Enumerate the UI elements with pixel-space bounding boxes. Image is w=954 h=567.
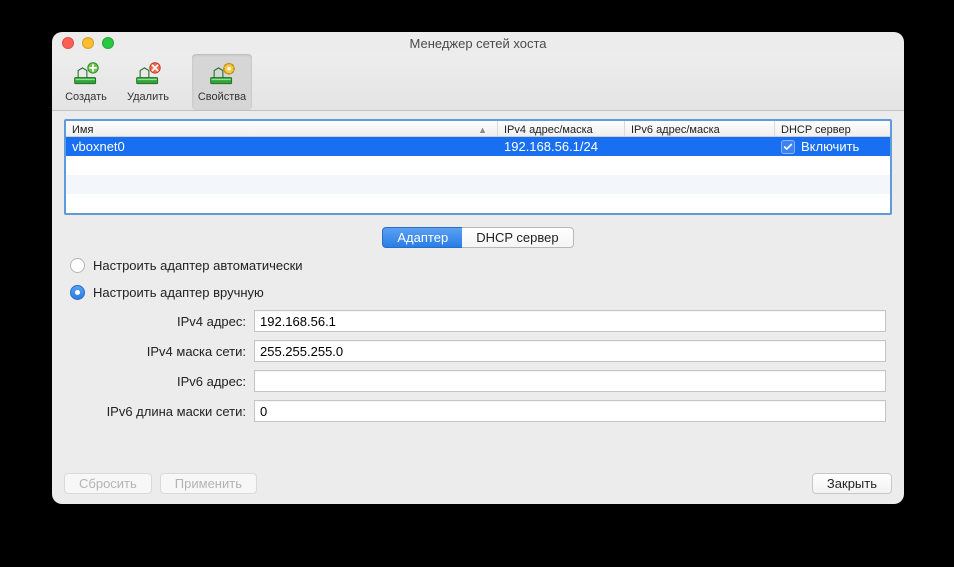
tab-adapter[interactable]: Адаптер	[382, 227, 463, 248]
label-ipv6-addr: IPv6 адрес:	[70, 374, 246, 389]
adapter-panel: Настроить адаптер автоматически Настроит…	[64, 256, 892, 426]
dhcp-label: Включить	[801, 139, 859, 154]
radio-manual-label: Настроить адаптер вручную	[93, 285, 264, 300]
network-add-icon	[72, 61, 100, 87]
input-ipv4-mask[interactable]	[254, 340, 886, 362]
radio-auto-row[interactable]: Настроить адаптер автоматически	[70, 256, 886, 279]
network-remove-icon	[134, 61, 162, 87]
cell-dhcp: Включить	[775, 139, 890, 154]
col-ipv4[interactable]: IPv4 адрес/маска	[498, 121, 625, 136]
col-dhcp[interactable]: DHCP сервер	[775, 121, 890, 136]
radio-manual[interactable]	[70, 285, 85, 300]
col-ipv6[interactable]: IPv6 адрес/маска	[625, 121, 775, 136]
apply-button[interactable]: Применить	[160, 473, 257, 494]
properties-button[interactable]: Свойства	[192, 54, 252, 110]
row-ipv6-len: IPv6 длина маски сети:	[70, 396, 886, 426]
col-name[interactable]: Имя ▲	[66, 121, 498, 136]
cell-ipv4: 192.168.56.1/24	[498, 139, 625, 154]
window-title: Менеджер сетей хоста	[52, 36, 904, 51]
table-header: Имя ▲ IPv4 адрес/маска IPv6 адрес/маска …	[66, 121, 890, 137]
label-ipv4-addr: IPv4 адрес:	[70, 314, 246, 329]
toolbar-separator	[180, 54, 190, 110]
input-ipv6-addr[interactable]	[254, 370, 886, 392]
sort-asc-icon: ▲	[478, 125, 487, 135]
row-ipv4-addr: IPv4 адрес:	[70, 306, 886, 336]
label-ipv4-mask: IPv4 маска сети:	[70, 344, 246, 359]
tab-bar: Адаптер DHCP сервер	[64, 227, 892, 248]
close-button[interactable]: Закрыть	[812, 473, 892, 494]
close-window-icon[interactable]	[62, 37, 74, 49]
row-ipv4-mask: IPv4 маска сети:	[70, 336, 886, 366]
delete-label: Удалить	[127, 91, 169, 103]
create-button[interactable]: Создать	[56, 54, 116, 110]
table-body: vboxnet0 192.168.56.1/24 Включить	[66, 137, 890, 213]
cell-name: vboxnet0	[66, 139, 498, 154]
label-ipv6-len: IPv6 длина маски сети:	[70, 404, 246, 419]
toolbar: Создать Удалить	[52, 54, 904, 111]
radio-auto-label: Настроить адаптер автоматически	[93, 258, 303, 273]
minimize-window-icon[interactable]	[82, 37, 94, 49]
tab-dhcp[interactable]: DHCP сервер	[462, 227, 573, 248]
titlebar: Менеджер сетей хоста	[52, 32, 904, 54]
segmented-control: Адаптер DHCP сервер	[382, 227, 573, 248]
col-name-label: Имя	[72, 124, 93, 136]
row-ipv6-addr: IPv6 адрес:	[70, 366, 886, 396]
content-area: Имя ▲ IPv4 адрес/маска IPv6 адрес/маска …	[52, 111, 904, 504]
check-icon	[783, 142, 793, 152]
input-ipv6-len[interactable]	[254, 400, 886, 422]
host-network-manager-window: Менеджер сетей хоста Создать Удалить	[52, 32, 904, 504]
network-gear-icon	[208, 61, 236, 87]
radio-manual-row[interactable]: Настроить адаптер вручную	[70, 279, 886, 306]
create-label: Создать	[65, 91, 107, 103]
delete-button[interactable]: Удалить	[118, 54, 178, 110]
properties-label: Свойства	[198, 91, 246, 103]
networks-table[interactable]: Имя ▲ IPv4 адрес/маска IPv6 адрес/маска …	[64, 119, 892, 215]
dialog-footer: Сбросить Применить Закрыть	[64, 463, 892, 494]
input-ipv4-addr[interactable]	[254, 310, 886, 332]
reset-button[interactable]: Сбросить	[64, 473, 152, 494]
table-row-empty	[66, 194, 890, 213]
zoom-window-icon[interactable]	[102, 37, 114, 49]
table-row-empty	[66, 175, 890, 194]
dhcp-checkbox[interactable]	[781, 140, 795, 154]
radio-auto[interactable]	[70, 258, 85, 273]
table-row[interactable]: vboxnet0 192.168.56.1/24 Включить	[66, 137, 890, 156]
table-row-empty	[66, 156, 890, 175]
window-controls	[52, 37, 114, 49]
